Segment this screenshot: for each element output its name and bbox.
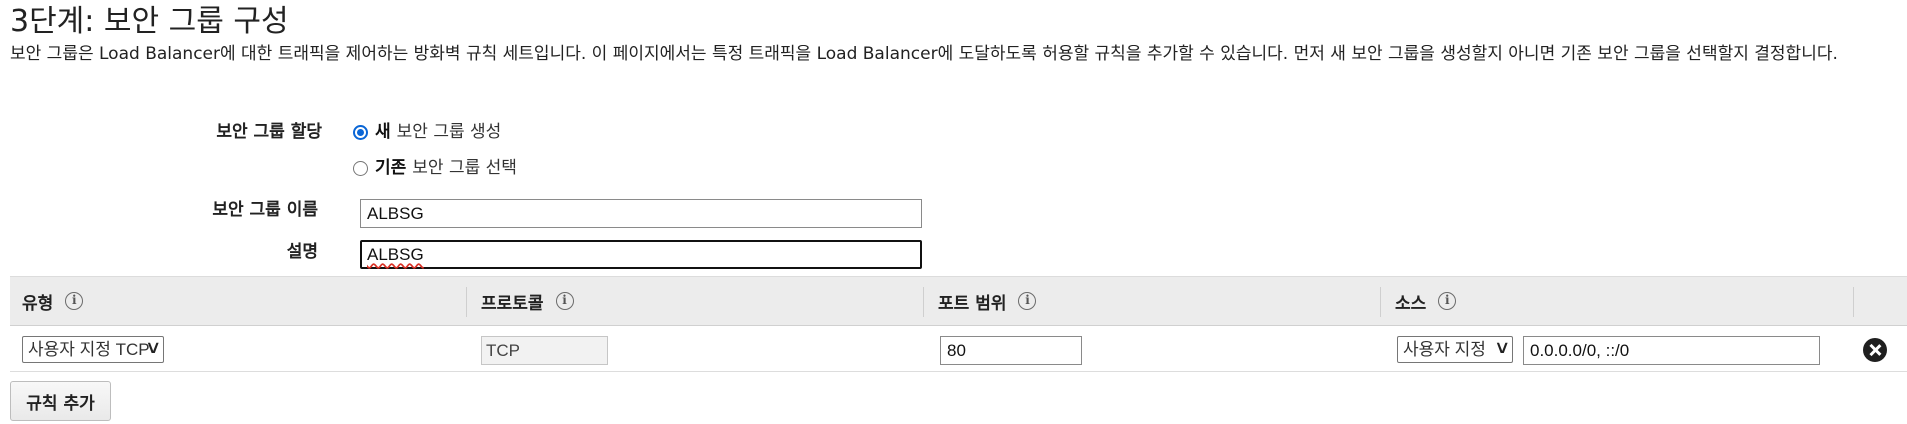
page-description: 보안 그룹은 Load Balancer에 대한 트래픽을 제어하는 방화벽 규… (10, 44, 1838, 64)
security-group-name-input[interactable]: ALBSG (360, 199, 922, 228)
column-divider (923, 287, 924, 317)
rule-protocol-field: TCP (481, 336, 608, 365)
info-icon[interactable]: i (1018, 292, 1037, 310)
column-divider (1380, 287, 1381, 317)
info-icon[interactable]: i (1438, 292, 1457, 310)
rules-table-header: 유형 i 프로토콜 i 포트 범위 i 소스 i (10, 276, 1907, 326)
column-divider (466, 287, 467, 317)
col-header-protocol-label: 프로토콜 (481, 293, 544, 314)
add-rule-button[interactable]: 규칙 추가 (10, 381, 111, 421)
rule-type-value: 사용자 지정 TCP (28, 340, 150, 359)
rule-source-type-value: 사용자 지정 (1403, 340, 1486, 359)
radio-create-new-strong: 새 (375, 122, 391, 142)
security-group-page: 3단계: 보안 그룹 구성 보안 그룹은 Load Balancer에 대한 트… (0, 0, 1907, 424)
radio-create-new-label: 보안 그룹 생성 (396, 122, 502, 142)
col-header-port-range: 포트 범위 i (938, 277, 1037, 325)
radio-select-existing-label: 보안 그룹 선택 (412, 158, 517, 178)
chevron-down-icon: ˅ (147, 338, 159, 360)
info-icon[interactable]: i (65, 292, 84, 310)
radio-select-existing-button[interactable] (353, 160, 368, 176)
description-label: 설명 (286, 242, 318, 262)
name-label: 보안 그룹 이름 (212, 200, 318, 220)
col-header-source-label: 소스 (1395, 293, 1427, 314)
col-header-protocol: 프로토콜 i (481, 277, 574, 325)
page-title: 3단계: 보안 그룹 구성 (10, 4, 289, 39)
radio-select-existing[interactable]: 기존 보안 그룹 선택 (353, 156, 517, 180)
remove-circle-icon[interactable] (1863, 338, 1887, 362)
radio-create-new-button[interactable] (353, 124, 368, 140)
rule-source-cidr-input[interactable]: 0.0.0.0/0, ::/0 (1523, 336, 1820, 365)
col-header-port-range-label: 포트 범위 (938, 293, 1007, 314)
description-input[interactable]: ALBSG (360, 240, 922, 269)
radio-create-new[interactable]: 새 보안 그룹 생성 (353, 120, 501, 144)
description-input-text: ALBSG (367, 245, 424, 264)
row-divider (10, 371, 1907, 372)
rule-source-select[interactable]: 사용자 지정 ˅ (1397, 336, 1513, 363)
col-header-type: 유형 i (22, 277, 84, 325)
chevron-down-icon: ˅ (1496, 338, 1508, 360)
col-header-source: 소스 i (1395, 277, 1457, 325)
info-icon[interactable]: i (555, 292, 574, 310)
rule-port-range-input[interactable]: 80 (940, 336, 1082, 365)
column-divider (1853, 287, 1854, 317)
radio-select-existing-strong: 기존 (375, 158, 407, 178)
col-header-type-label: 유형 (22, 293, 54, 314)
rule-type-select[interactable]: 사용자 지정 TCP ˅ (22, 336, 164, 363)
assign-label: 보안 그룹 할당 (216, 122, 322, 142)
